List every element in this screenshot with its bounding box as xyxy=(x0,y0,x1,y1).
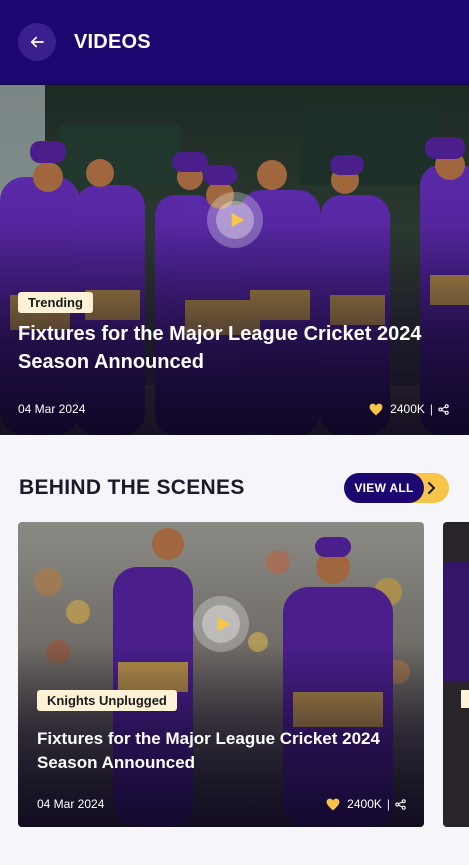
view-all-button[interactable]: VIEW ALL xyxy=(344,473,449,503)
video-card[interactable]: Knights Unplugged Fixtures for the Major… xyxy=(18,522,424,827)
video-thumbnail xyxy=(443,522,469,827)
arrow-left-icon xyxy=(30,36,44,48)
heart-icon[interactable] xyxy=(369,403,383,416)
section-title: BEHIND THE SCENES xyxy=(19,476,245,499)
likes-count: 2400K xyxy=(347,797,382,811)
meta-separator: | xyxy=(386,797,390,811)
hero-title[interactable]: Fixtures for the Major League Cricket 20… xyxy=(18,320,448,376)
view-all-label: VIEW ALL xyxy=(344,473,424,503)
share-icon[interactable] xyxy=(395,798,406,810)
card-title[interactable]: Fixtures for the Major League Cricket 20… xyxy=(37,727,409,775)
hero-stats: 2400K | xyxy=(369,402,449,416)
chevron-right-icon xyxy=(428,482,435,494)
share-icon[interactable] xyxy=(438,403,449,415)
play-icon xyxy=(217,616,230,632)
card-gradient-overlay xyxy=(18,522,424,827)
video-card-partial[interactable] xyxy=(443,522,469,827)
card-play-button[interactable] xyxy=(193,596,249,652)
hero-date: 04 Mar 2024 xyxy=(18,402,86,416)
play-button-inner xyxy=(216,201,254,239)
hero-play-button[interactable] xyxy=(207,192,263,248)
app-header: VIDEOS xyxy=(0,0,469,85)
hero-video-card[interactable]: Trending Fixtures for the Major League C… xyxy=(0,85,469,435)
back-button[interactable] xyxy=(18,23,56,61)
play-button-inner xyxy=(202,605,240,643)
play-icon xyxy=(231,212,244,228)
likes-count: 2400K xyxy=(390,402,425,416)
card-stats: 2400K | xyxy=(326,797,406,811)
card-tag: Knights Unplugged xyxy=(37,690,177,711)
page-title: VIDEOS xyxy=(74,30,151,53)
heart-icon[interactable] xyxy=(326,798,340,811)
meta-separator: | xyxy=(429,402,433,416)
card-date: 04 Mar 2024 xyxy=(37,797,105,811)
hero-gradient-overlay xyxy=(0,85,469,435)
hero-tag: Trending xyxy=(18,292,93,313)
